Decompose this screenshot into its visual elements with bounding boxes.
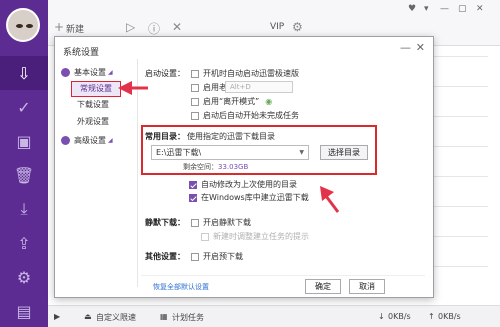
avatar[interactable] <box>6 8 40 42</box>
divider <box>141 275 425 276</box>
upload-icon[interactable]: ⇪ <box>0 226 48 260</box>
collapse-icon[interactable]: ▶ <box>54 312 60 321</box>
vip-button[interactable]: VIP <box>270 22 284 32</box>
download-icon[interactable]: ⇩ <box>0 56 48 90</box>
nav-group-advanced-label: 高级设置 <box>74 136 106 145</box>
gear-icon[interactable]: ⚙ <box>0 260 48 294</box>
startup-option-resume[interactable]: 启动后自动开始未完成任务 <box>191 110 299 121</box>
chevron-icon: ◢ <box>108 69 113 76</box>
new-task-button[interactable]: 新建 <box>66 22 84 35</box>
delete-icon[interactable]: ✕ <box>172 20 182 34</box>
close-icon[interactable]: ✕ <box>476 4 484 14</box>
speed-limit-icon: ⏏ <box>84 312 92 321</box>
plan-task-button[interactable]: 计划任务 <box>172 312 204 323</box>
nav-item-general[interactable]: 常规设置 <box>71 81 121 97</box>
pause-icon[interactable]: ▷ <box>126 20 135 34</box>
silent-option[interactable]: 开启静默下载 <box>191 217 251 228</box>
settings-dialog: 系统设置 — ✕ 基本设置 ◢ 常规设置 下载设置 外观设置 高级设置 ◢ 启动… <box>54 36 434 298</box>
gear-icon <box>61 136 70 145</box>
bosskey-input[interactable]: Alt+D <box>225 81 293 93</box>
close-icon[interactable]: ✕ <box>416 41 425 54</box>
chevron-icon: ◢ <box>108 137 113 144</box>
other-label: 其他设置： <box>145 252 185 261</box>
settings-icon[interactable]: ⚙ <box>292 20 303 34</box>
status-bar: ▶ ⏏ 自定义限速 ▦ 计划任务 ↓ 0KB/s ↑ 0KB/s <box>48 305 500 327</box>
down-speed-icon: ↓ <box>378 312 385 321</box>
gear-icon <box>61 68 70 77</box>
left-sidebar: ⇩ ✓ ▣ 🗑 ⤓ ⇪ ⚙ ▤ <box>0 0 48 327</box>
checkbox[interactable] <box>191 111 199 120</box>
dir-option-library[interactable]: 在Windows库中建立迅雷下载 <box>189 192 309 203</box>
add-icon[interactable]: + <box>54 20 64 34</box>
settings-nav: 基本设置 ◢ 常规设置 下载设置 外观设置 高级设置 ◢ <box>55 59 137 297</box>
startup-option-away[interactable]: 启用“离开模式” ◉ <box>191 96 272 107</box>
away-mode-icon: ◉ <box>265 97 273 106</box>
silent-sub-option: 新建时调整建立任务的提示 <box>201 231 309 242</box>
checkbox[interactable] <box>189 180 197 189</box>
dir-label: 常用目录： <box>145 132 185 141</box>
cancel-button[interactable]: 取消 <box>349 279 385 294</box>
startup-option-autostart[interactable]: 开机时自动启动迅雷极速版 <box>191 68 299 79</box>
checkbox[interactable] <box>191 83 199 92</box>
minimize-icon[interactable]: — <box>400 41 411 54</box>
choose-dir-button[interactable]: 选择目录 <box>320 145 368 160</box>
minimize-icon[interactable]: — <box>440 4 449 14</box>
nav-group-basic[interactable]: 基本设置 ◢ <box>61 67 113 78</box>
free-space: 剩余空间：33.03GB <box>183 163 249 171</box>
chat-icon[interactable]: ▤ <box>0 294 48 327</box>
completed-icon[interactable]: ✓ <box>0 90 48 124</box>
cloud-download-icon[interactable]: ⤓ <box>0 192 48 226</box>
checkbox[interactable] <box>191 97 199 106</box>
dir-input[interactable]: E:\迅雷下载\ ▼ <box>151 145 309 160</box>
dir-desc: 使用指定的迅雷下载目录 <box>187 132 275 141</box>
nav-item-appearance[interactable]: 外观设置 <box>77 116 109 127</box>
nav-item-download[interactable]: 下载设置 <box>77 99 109 110</box>
speed-limit-button[interactable]: 自定义限速 <box>96 312 136 323</box>
plan-task-icon: ▦ <box>160 312 168 321</box>
up-speed-icon: ↑ <box>428 312 435 321</box>
checkbox[interactable] <box>191 69 199 78</box>
ok-button[interactable]: 确定 <box>305 279 341 294</box>
nav-group-basic-label: 基本设置 <box>74 68 106 77</box>
info-icon[interactable]: ⓘ <box>148 20 160 37</box>
dir-option-auto[interactable]: 自动修改为上次使用的目录 <box>189 179 297 190</box>
dialog-title: 系统设置 <box>63 48 100 58</box>
skin-icon[interactable]: ♥ <box>408 4 416 14</box>
maximize-icon[interactable]: ▢ <box>458 4 467 14</box>
divider <box>137 59 138 287</box>
startup-label: 启动设置： <box>145 69 185 78</box>
up-speed: 0KB/s <box>438 312 461 321</box>
down-speed: 0KB/s <box>388 312 411 321</box>
chevron-down-icon[interactable]: ▼ <box>299 146 304 159</box>
menu-icon[interactable]: ▾ <box>424 4 429 14</box>
checkbox[interactable] <box>191 252 199 261</box>
restore-defaults-link[interactable]: 恢复全部默认设置 <box>153 282 209 292</box>
trash-icon[interactable]: 🗑 <box>0 158 48 192</box>
checkbox[interactable] <box>189 193 197 202</box>
other-option-prefetch[interactable]: 开启预下载 <box>191 251 243 262</box>
silent-label: 静默下载： <box>145 218 185 227</box>
nav-group-advanced[interactable]: 高级设置 ◢ <box>61 135 113 146</box>
checkbox <box>201 232 209 241</box>
box-icon[interactable]: ▣ <box>0 124 48 158</box>
checkbox[interactable] <box>191 218 199 227</box>
